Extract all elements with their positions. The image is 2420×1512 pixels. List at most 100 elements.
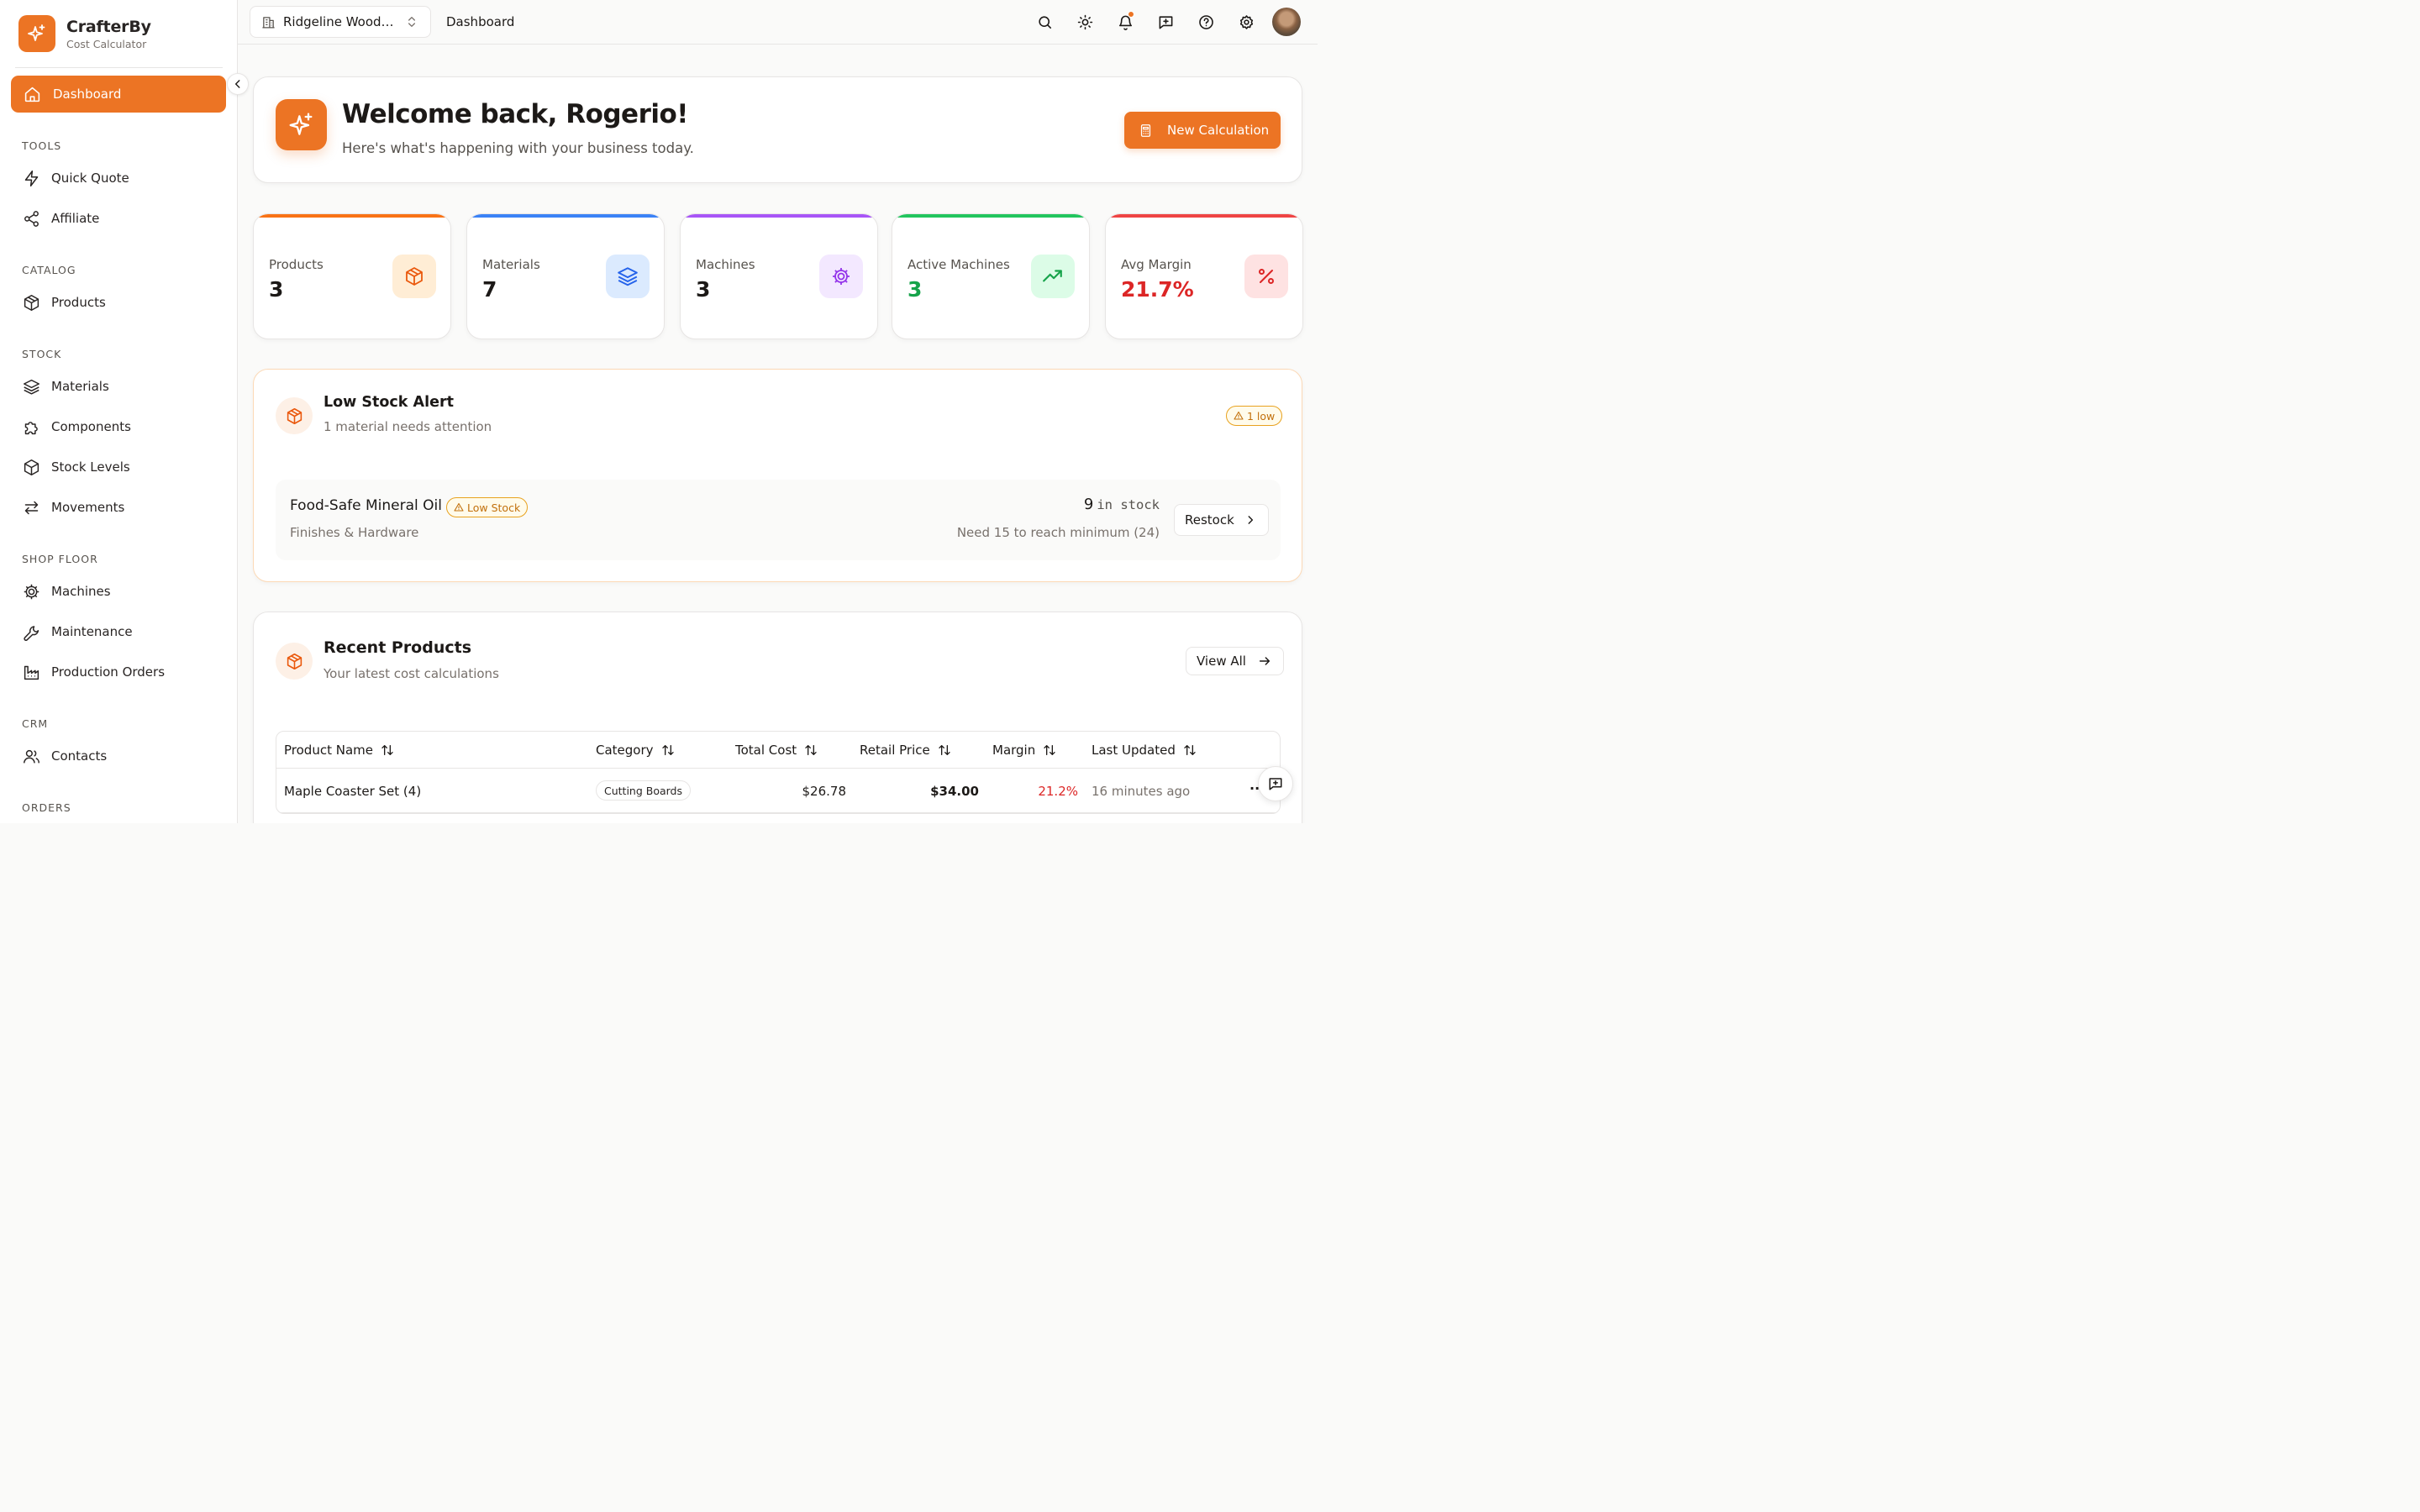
low-stock-card: Low Stock Alert 1 material needs attenti…: [253, 369, 1302, 582]
stat-label: Active Machines: [908, 257, 1010, 272]
sidebar-item-label: Stock Levels: [51, 459, 130, 475]
breadcrumb: Dashboard: [446, 14, 515, 29]
box-icon: [276, 643, 313, 680]
column-header-category[interactable]: Category: [596, 743, 675, 758]
brand-subtitle: Cost Calculator: [66, 37, 147, 50]
table-row[interactable]: Maple Coaster Set (4) Cutting Boards $26…: [276, 769, 1280, 813]
sidebar-item-affiliate[interactable]: Affiliate: [22, 207, 99, 230]
search-icon[interactable]: [1035, 13, 1054, 31]
restock-button[interactable]: Restock: [1174, 504, 1269, 536]
stat-card-products[interactable]: Products 3: [253, 213, 451, 339]
stat-label: Avg Margin: [1121, 257, 1192, 272]
section-subtitle: Your latest cost calculations: [324, 666, 499, 681]
cog-icon: [819, 255, 863, 298]
column-label: Category: [596, 743, 654, 758]
recent-products-card: Recent Products Your latest cost calcula…: [253, 612, 1302, 823]
total-cost: $26.78: [802, 784, 847, 799]
column-header-total-cost[interactable]: Total Cost: [735, 743, 818, 758]
low-stock-item: Food-Safe Mineral Oil Low Stock Finishes…: [276, 480, 1281, 560]
sidebar-item-machines[interactable]: Machines: [22, 580, 111, 603]
column-label: Total Cost: [735, 743, 797, 758]
puzzle-icon: [22, 417, 40, 436]
sidebar-item-label: Affiliate: [51, 211, 100, 226]
chevron-right-icon: [1244, 514, 1256, 526]
stock-quantity: 9 in stock: [1084, 496, 1160, 513]
layers-icon: [606, 255, 650, 298]
stat-card-active-machines[interactable]: Active Machines 3: [892, 213, 1090, 339]
column-header-last-updated[interactable]: Last Updated: [1092, 743, 1197, 758]
sidebar-item-maintenance[interactable]: Maintenance: [22, 620, 133, 643]
percent-icon: [1244, 255, 1288, 298]
column-label: Last Updated: [1092, 743, 1176, 758]
material-category: Finishes & Hardware: [290, 525, 419, 540]
sun-icon[interactable]: [1076, 13, 1094, 31]
margin: 21.2%: [1038, 784, 1078, 799]
column-header-margin[interactable]: Margin: [992, 743, 1056, 758]
button-label: View All: [1197, 654, 1246, 669]
sparkles-icon: [276, 99, 327, 150]
sidebar-item-contacts[interactable]: Contacts: [22, 744, 107, 768]
stat-card-materials[interactable]: Materials 7: [466, 213, 665, 339]
stat-value: 3: [908, 277, 923, 302]
avatar[interactable]: [1272, 8, 1301, 36]
message-plus-icon: [1268, 776, 1283, 791]
stat-accent-bar: [892, 214, 1089, 218]
sort-icon: [661, 743, 675, 757]
sidebar-item-label: Machines: [51, 584, 111, 599]
home-icon: [23, 85, 41, 103]
welcome-card: Welcome back, Rogerio! Here's what's hap…: [253, 76, 1302, 183]
message-plus-icon[interactable]: [1156, 13, 1175, 31]
sidebar-item-label: Products: [51, 295, 106, 310]
stat-accent-bar: [254, 214, 450, 218]
sparkles-icon: [18, 15, 55, 52]
stock-suffix: in stock: [1097, 497, 1160, 512]
feedback-button[interactable]: [1258, 766, 1293, 801]
view-all-button[interactable]: View All: [1186, 647, 1284, 675]
new-calculation-button[interactable]: New Calculation: [1124, 112, 1281, 149]
sidebar-item-components[interactable]: Components: [22, 415, 131, 438]
sidebar-item-materials[interactable]: Materials: [22, 375, 109, 398]
column-header-product-name[interactable]: Product Name: [284, 743, 394, 758]
section-label-tools: TOOLS: [22, 139, 62, 152]
settings-icon[interactable]: [1237, 13, 1255, 31]
stat-label: Products: [269, 257, 324, 272]
button-label: New Calculation: [1167, 123, 1270, 138]
help-icon[interactable]: [1197, 13, 1215, 31]
sort-icon: [1183, 743, 1197, 757]
sidebar-item-label: Production Orders: [51, 664, 166, 680]
last-updated: 16 minutes ago: [1092, 784, 1191, 799]
sidebar-item-production-orders[interactable]: Production Orders: [22, 660, 165, 684]
stat-card-avg-margin[interactable]: Avg Margin 21.7%: [1105, 213, 1303, 339]
users-icon: [22, 747, 40, 765]
sidebar: CrafterBy Cost Calculator Dashboard TOOL…: [0, 0, 238, 823]
sidebar-item-dashboard[interactable]: Dashboard: [11, 76, 226, 113]
organization-select[interactable]: Ridgeline Wood…: [250, 6, 431, 38]
sidebar-item-movements[interactable]: Movements: [22, 496, 124, 519]
bell-icon[interactable]: [1116, 11, 1134, 31]
sidebar-item-stock-levels[interactable]: Stock Levels: [22, 455, 130, 479]
warning-icon: [454, 502, 464, 512]
warning-icon: [1234, 411, 1244, 421]
notification-dot: [1128, 11, 1134, 18]
table-header: Product Name Category Total Cost Retail …: [276, 732, 1280, 769]
low-count-badge: 1 low: [1226, 406, 1283, 426]
box-icon: [276, 397, 313, 434]
sort-icon: [804, 743, 818, 757]
building-icon: [261, 15, 276, 29]
column-label: Product Name: [284, 743, 373, 758]
section-label-orders: ORDERS: [22, 801, 71, 814]
organization-name: Ridgeline Wood…: [283, 14, 392, 29]
stat-card-machines[interactable]: Machines 3: [680, 213, 878, 339]
stat-value: 7: [482, 277, 497, 302]
collapse-sidebar-button[interactable]: [227, 73, 249, 95]
sidebar-item-quick-quote[interactable]: Quick Quote: [22, 166, 129, 190]
low-stock-badge: Low Stock: [446, 497, 529, 517]
sidebar-item-products[interactable]: Products: [22, 291, 106, 314]
stat-value: 21.7%: [1121, 277, 1194, 302]
stock-requirement: Need 15 to reach minimum (24): [956, 525, 1160, 540]
brand[interactable]: CrafterBy Cost Calculator: [18, 15, 151, 52]
sidebar-item-label: Contacts: [51, 748, 108, 764]
column-header-retail-price[interactable]: Retail Price: [860, 743, 951, 758]
brand-name: CrafterBy: [66, 17, 151, 36]
section-title: Recent Products: [324, 638, 472, 657]
